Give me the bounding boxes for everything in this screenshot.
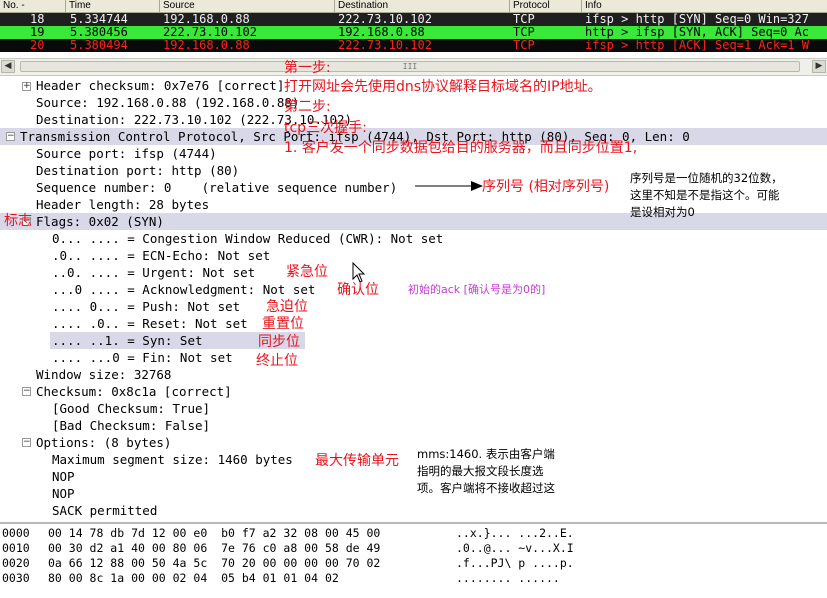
expand-icon[interactable]: + [22,82,31,91]
col-time[interactable]: Time [66,0,160,12]
option-nop[interactable]: NOP [52,468,75,485]
collapse-icon[interactable]: − [6,132,15,141]
arrow-icon [415,181,483,191]
flag-urg[interactable]: ..0. .... = Urgent: Not set [52,264,255,281]
bad-checksum[interactable]: [Bad Checksum: False] [52,417,210,434]
annotation-seq-label: 序列号 (相对序列号) [482,179,610,195]
flag-rst[interactable]: .... .0.. = Reset: Not set [52,315,248,332]
packet-row[interactable]: 20 5.380494 192.168.0.88 222.73.10.102 TCP if… [0,39,827,52]
packet-cell-destination: 222.73.10.102 [338,38,432,52]
flag-ecn[interactable]: .0.. .... = ECN-Echo: Not set [52,247,270,264]
tcp-hdr-len[interactable]: Header length: 28 bytes [36,196,209,213]
hex-bytes[interactable]: 80 00 8c 1a 00 00 02 04 05 b4 01 01 04 0… [48,571,339,586]
annotation-tcp-handshake: tcp三次握手: [284,120,367,136]
good-checksum[interactable]: [Good Checksum: True] [52,400,210,417]
packet-cell-no: 20 [30,38,45,52]
scroll-thumb[interactable]: III [20,61,800,72]
option-mss[interactable]: Maximum segment size: 1460 bytes [52,451,293,468]
annotation-rst: 重置位 [262,316,304,332]
annotation-step2: 第二步: [284,99,331,115]
flag-cwr[interactable]: 0... .... = Congestion Window Reduced (C… [52,230,443,247]
col-info[interactable]: Info [582,0,827,12]
annotation-step1-text: 打开网址会先使用dns协议解释目标域名的IP地址。 [284,79,602,95]
annotation-ack: 确认位 [337,282,379,298]
flag-syn[interactable]: .... ..1. = Syn: Set [52,332,203,349]
annotation-syn: 同步位 [258,334,300,350]
hex-ascii[interactable]: .f...PJ\ p ....p. [456,556,574,571]
ip-source[interactable]: Source: 192.168.0.88 (192.168.0.88) [36,94,299,111]
packet-list: No. - Time Source Destination Protocol I… [0,0,827,54]
flag-fin[interactable]: .... ...0 = Fin: Not set [52,349,233,366]
packet-cell-source: 192.168.0.88 [163,38,250,52]
option-sack[interactable]: SACK permitted [52,502,157,519]
hex-bytes[interactable]: 0a 66 12 88 00 50 4a 5c 70 20 00 00 00 0… [48,556,380,571]
scroll-right-arrow-icon[interactable]: ▶ [812,60,826,73]
annotation-urg: 紧急位 [286,264,328,280]
tcp-dst-port[interactable]: Destination port: http (80) [36,162,239,179]
hex-off[interactable]: 0000 [2,526,30,541]
annotation-ack-note: 初始的ack [确认号是为0的] [408,283,546,296]
col-protocol[interactable]: Protocol [510,0,582,12]
flag-psh[interactable]: .... 0... = Push: Not set [52,298,240,315]
annotation-step1: 第一步: [284,60,331,76]
collapse-icon[interactable]: − [22,387,31,396]
annotation-seq-note: 序列号是一位随机的32位数， 这里不知是不是指这个。可能 是设相对为0 [630,171,783,219]
annotation-handshake-1: 1. 客户发一个同步数据包给目的服务器，而且同步位置1, [284,140,638,156]
annotation-fin: 终止位 [256,353,298,369]
packet-cell-protocol: TCP [513,38,535,52]
tcp-window[interactable]: Window size: 32768 [36,366,171,383]
tcp-flags[interactable]: Flags: 0x02 (SYN) [36,213,164,230]
tcp-src-port[interactable]: Source port: ifsp (4744) [36,145,217,162]
annotation-mss-note: mms:1460. 表示由客户端 指明的最大报文段长度选 项。客户端将不接收超过… [417,447,555,495]
annotation-flag-label: 标志 [4,213,32,229]
hex-ascii[interactable]: ........ ...... [456,571,560,586]
col-source[interactable]: Source [160,0,335,12]
packet-list-hscrollbar[interactable]: ◀ III ▶ [0,58,827,76]
col-destination[interactable]: Destination [335,0,510,12]
annotation-mss: 最大传输单元 [315,453,399,469]
ip-header-checksum[interactable]: Header checksum: 0x7e76 [correct] [36,77,284,94]
option-nop[interactable]: NOP [52,485,75,502]
hex-ascii[interactable]: ..x.}... ...2..E. [456,526,574,541]
tcp-checksum[interactable]: Checksum: 0x8c1a [correct] [36,383,232,400]
hex-off[interactable]: 0020 [2,556,30,571]
hex-bytes[interactable]: 00 30 d2 a1 40 00 80 06 7e 76 c0 a8 00 5… [48,541,380,556]
tcp-options[interactable]: Options: (8 bytes) [36,434,171,451]
collapse-icon[interactable]: − [22,438,31,447]
scroll-left-arrow-icon[interactable]: ◀ [1,60,15,73]
packet-cell-info: ifsp > http [ACK] Seq=1 Ack=1 W [585,38,809,52]
col-no[interactable]: No. - [0,0,66,12]
hex-off[interactable]: 0030 [2,571,30,586]
hex-bytes[interactable]: 00 14 78 db 7d 12 00 e0 b0 f7 a2 32 08 0… [48,526,380,541]
tcp-seq[interactable]: Sequence number: 0 (relative sequence nu… [36,179,397,196]
packet-cell-time: 5.380494 [70,38,128,52]
hex-dump-pane: 0000 00 14 78 db 7d 12 00 e0 b0 f7 a2 32 … [0,522,827,598]
hex-off[interactable]: 0010 [2,541,30,556]
hex-ascii[interactable]: .0..@... ~v...X.I [456,541,574,556]
